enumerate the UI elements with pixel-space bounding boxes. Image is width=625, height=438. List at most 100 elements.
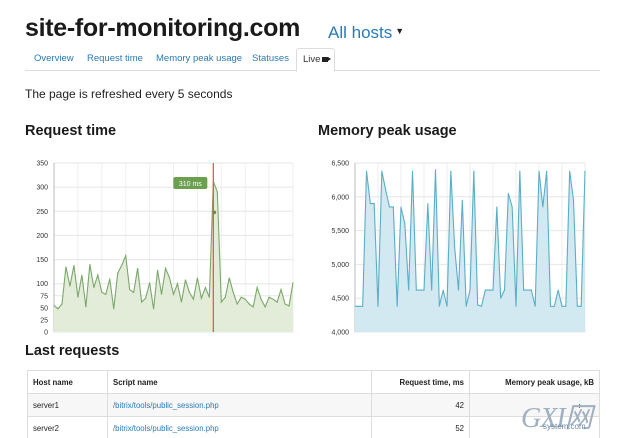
data-point <box>457 289 460 291</box>
data-point <box>477 304 479 306</box>
data-point <box>519 170 521 172</box>
data-point <box>172 293 175 295</box>
tab-request-time[interactable]: Request time <box>87 48 143 71</box>
data-point <box>216 191 218 193</box>
y-tick-label: 150 <box>36 257 48 264</box>
table-row: server1 /bitrix/tools/public_session.php… <box>27 393 600 417</box>
data-point <box>565 305 567 307</box>
nav-tabs: Overview Request time Memory peak usage … <box>25 48 600 72</box>
data-point <box>97 274 99 276</box>
data-point <box>137 267 139 269</box>
data-point <box>164 267 167 269</box>
data-point <box>152 308 155 310</box>
data-point <box>69 285 71 287</box>
data-point <box>388 206 391 208</box>
data-point <box>385 189 387 191</box>
video-camera-icon <box>322 57 332 62</box>
caret-down-icon[interactable]: ▼ <box>395 26 404 36</box>
data-point <box>569 170 571 172</box>
data-point <box>272 298 274 300</box>
script-cell: /bitrix/tools/public_session.php <box>107 393 372 417</box>
y-tick-label: 250 <box>36 209 48 216</box>
data-point <box>192 298 195 300</box>
refresh-note: The page is refreshed every 5 seconds <box>25 87 233 101</box>
data-point <box>129 288 131 291</box>
data-point <box>276 301 278 303</box>
host-cell: server2 <box>27 416 108 438</box>
data-point <box>145 297 147 299</box>
data-point <box>121 264 123 266</box>
data-point <box>400 206 402 208</box>
data-point <box>73 264 75 266</box>
tab-memory-peak-usage[interactable]: Memory peak usage <box>156 48 242 71</box>
data-point <box>365 170 368 172</box>
y-tick-label: 75 <box>40 293 48 300</box>
data-point <box>105 293 107 295</box>
data-point <box>503 289 506 291</box>
data-point <box>280 288 282 291</box>
tab-overview[interactable]: Overview <box>34 48 74 71</box>
request-time-cell: 42 <box>371 393 470 417</box>
data-point <box>149 282 151 284</box>
marker-tooltip: 310 ms <box>173 177 208 189</box>
script-link[interactable]: /bitrix/tools/public_session.php <box>113 424 219 433</box>
host-cell: server1 <box>27 393 108 417</box>
data-point <box>184 279 187 281</box>
data-point <box>113 308 115 310</box>
data-point <box>168 277 171 279</box>
y-tick-label: 200 <box>36 233 48 240</box>
data-point <box>284 303 286 305</box>
data-point <box>204 286 206 289</box>
y-tick-label: 50 <box>40 305 48 312</box>
data-point <box>500 297 502 299</box>
data-point <box>542 206 544 208</box>
data-point <box>488 289 490 291</box>
y-tick-label: 6,500 <box>331 161 349 168</box>
data-point <box>450 170 452 172</box>
data-point <box>526 289 529 291</box>
hosts-dropdown-label[interactable]: All hosts <box>328 23 392 42</box>
data-point <box>125 255 127 257</box>
data-point <box>109 278 111 280</box>
data-point <box>461 199 463 201</box>
tab-statuses[interactable]: Statuses <box>252 48 289 71</box>
watermark-small-text: system.com <box>543 422 586 431</box>
data-point <box>553 305 555 307</box>
data-point <box>220 301 222 303</box>
y-tick-label: 6,000 <box>331 194 349 201</box>
hosts-dropdown[interactable]: All hosts ▼ <box>328 23 404 43</box>
data-point <box>188 291 191 294</box>
data-point <box>369 202 371 205</box>
data-point <box>358 305 360 307</box>
data-point <box>354 305 356 307</box>
data-point <box>496 206 498 208</box>
data-point <box>176 283 179 285</box>
memory-peak-usage-title: Memory peak usage <box>318 123 457 139</box>
data-point <box>81 274 83 276</box>
data-point <box>419 289 421 291</box>
script-link[interactable]: /bitrix/tools/public_session.php <box>113 401 219 410</box>
data-point <box>580 305 582 307</box>
column-header-request-time: Request time, ms <box>371 370 470 394</box>
data-point <box>101 291 103 294</box>
column-header-memory: Memory peak usage, kB <box>469 370 600 394</box>
data-point <box>427 202 429 205</box>
data-point <box>438 305 440 307</box>
watermark-logo: GXI网 system.com <box>521 400 621 434</box>
data-point <box>507 192 509 195</box>
data-point <box>469 289 471 291</box>
tab-live-label[interactable]: Live <box>303 54 320 65</box>
data-point <box>57 308 59 310</box>
data-point <box>549 305 552 307</box>
y-tick-label: 25 <box>40 317 48 324</box>
data-point <box>473 170 475 172</box>
data-point <box>133 291 135 294</box>
data-point <box>492 289 494 291</box>
y-tick-label: 4,500 <box>331 296 349 303</box>
last-requests-title: Last requests <box>25 343 120 359</box>
tab-live[interactable]: Live <box>296 48 336 72</box>
data-point <box>292 282 294 284</box>
marker-tooltip-label: 310 ms <box>179 181 202 188</box>
data-point <box>77 296 79 298</box>
memory-peak-usage-chart: 4,000 4,500 5,000 5,500 6,000 6,500 <box>331 161 586 337</box>
